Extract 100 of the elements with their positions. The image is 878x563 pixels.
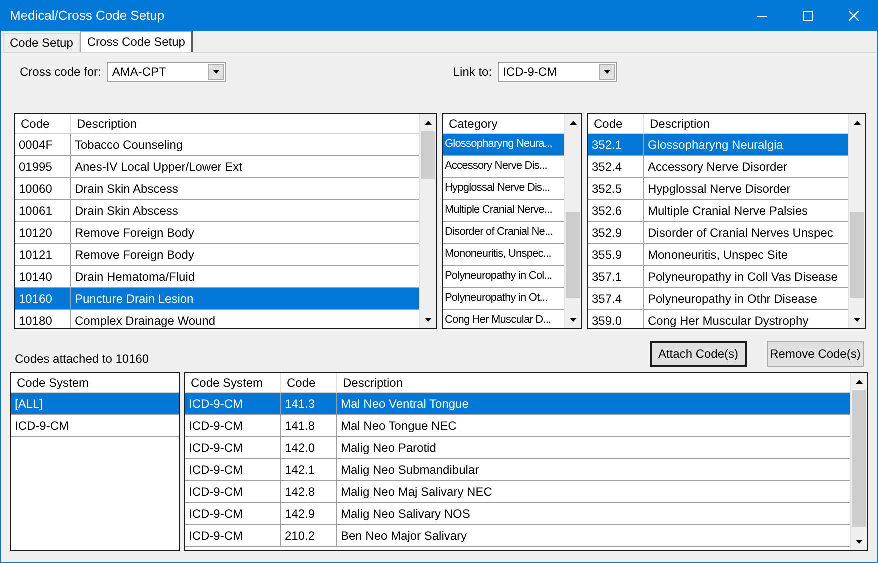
action-button[interactable]: Attach Code(s)	[650, 341, 747, 367]
scrollbar[interactable]	[850, 373, 867, 550]
table-cell: 352.9	[588, 222, 644, 243]
action-button[interactable]: Remove Code(s)	[767, 341, 864, 367]
table-row[interactable]: 352.6 Multiple Cranial Nerve Palsies	[588, 200, 848, 222]
table-row[interactable]: ICD-9-CM 142.8 Malig Neo Maj Salivary NEC	[185, 481, 850, 503]
table-row[interactable]: 352.1 Glossopharyng Neuralgia	[588, 134, 848, 156]
column-header[interactable]: Code	[15, 114, 71, 133]
table-cell: ICD-9-CM	[185, 459, 281, 480]
scrollbar[interactable]	[848, 114, 865, 328]
down-arrow-icon	[854, 318, 861, 322]
table-cell: 142.0	[281, 437, 337, 458]
scrollbar[interactable]	[419, 114, 436, 328]
table-cell: ICD-9-CM	[185, 415, 281, 436]
table-cell: 352.4	[588, 156, 644, 177]
scrollbar-thumb[interactable]	[566, 212, 580, 298]
field-label: Cross code for:	[20, 64, 102, 81]
table-cell: 141.8	[281, 415, 337, 436]
table-cell-text: Remove Foreign Body	[74, 224, 196, 242]
table-cell-text: Drain Skin Abscess	[74, 202, 180, 220]
table-cell-text: Disorder of Cranial Nerves Unspec	[647, 224, 834, 242]
link-to-dropdown[interactable]: ICD-9-CM	[498, 62, 618, 82]
window-title: Medical/Cross Code Setup	[10, 7, 165, 26]
table-cell: 10060	[15, 178, 71, 199]
field-label: Link to:	[453, 64, 492, 81]
table-cell-text: Mononeuritis, Unspec Site	[647, 246, 790, 264]
table-row[interactable]: 10121 Remove Foreign Body	[15, 244, 419, 266]
table-cell: 141.3	[281, 393, 337, 414]
column-header[interactable]: Description	[644, 114, 848, 133]
table-cell: 0004F	[15, 134, 71, 155]
table-row[interactable]: 10160 Puncture Drain Lesion	[15, 288, 419, 310]
table-cell-text: Anes-IV Local Upper/Lower Ext	[74, 158, 244, 176]
table-cell: 01995	[15, 156, 71, 177]
table-row[interactable]: 355.9 Mononeuritis, Unspec Site	[588, 244, 848, 266]
table-cell: ICD-9-CM	[185, 481, 281, 502]
table-cell: 10120	[15, 222, 71, 243]
table-cell: 352.5	[588, 178, 644, 199]
table-cell: 142.1	[281, 459, 337, 480]
table-row[interactable]: ICD-9-CM 142.9 Malig Neo Salivary NOS	[185, 503, 850, 525]
table-cell-text: Multiple Cranial Nerve Palsies	[647, 202, 810, 220]
table-row[interactable]: 10140 Drain Hematoma/Fluid	[15, 266, 419, 288]
table-cell: 357.1	[588, 266, 644, 287]
scrollbar[interactable]	[564, 114, 581, 328]
table-row[interactable]: 352.5 Hypglossal Nerve Disorder	[588, 178, 848, 200]
column-header[interactable]: Code	[281, 373, 337, 392]
table-row[interactable]: ICD-9-CM 142.1 Malig Neo Submandibular	[185, 459, 850, 481]
scrollbar-thumb[interactable]	[421, 131, 435, 179]
table-row[interactable]: 352.9 Disorder of Cranial Nerves Unspec	[588, 222, 848, 244]
up-arrow-icon	[856, 380, 863, 384]
table-row[interactable]: ICD-9-CM 141.8 Mal Neo Tongue NEC	[185, 415, 850, 437]
table-cell-text: Mal Neo Ventral Tongue	[340, 396, 470, 412]
table-cell-text: Polyneuropathy in Coll Vas Disease	[647, 268, 839, 286]
column-header[interactable]: Code System	[185, 373, 281, 392]
table-cell-text: Remove Foreign Body	[74, 246, 196, 264]
table-row[interactable]: ICD-9-CM 141.3 Mal Neo Ventral Tongue	[185, 393, 850, 415]
table-row[interactable]: 357.4 Polyneuropathy in Othr Disease	[588, 288, 848, 310]
down-arrow-icon	[425, 318, 432, 322]
table-cell-text: Cong Her Muscular Dystrophy	[647, 312, 810, 328]
up-arrow-icon	[854, 120, 861, 124]
table-cell-text: Malig Neo Maj Salivary NEC	[340, 484, 494, 500]
table-row[interactable]: 01995 Anes-IV Local Upper/Lower Ext	[15, 156, 419, 178]
table-row[interactable]: ICD-9-CM 142.0 Malig Neo Parotid	[185, 437, 850, 459]
table-row[interactable]: Glossopharyng Neura...	[443, 134, 564, 156]
column-header[interactable]: Code System	[11, 373, 179, 392]
tab[interactable]: Code Setup	[3, 33, 80, 52]
dropdown-arrow-button[interactable]	[208, 64, 224, 80]
table-row[interactable]: [ALL]	[11, 393, 179, 415]
table-row[interactable]: 0004F Tobacco Counseling	[15, 134, 419, 156]
tab[interactable]: Cross Code Setup	[80, 31, 194, 52]
down-arrow-icon	[856, 540, 863, 544]
table-cell-text: Drain Hematoma/Fluid	[74, 268, 196, 286]
table-row[interactable]: 10060 Drain Skin Abscess	[15, 178, 419, 200]
table-cell: 142.8	[281, 481, 337, 502]
table-cell: 10140	[15, 266, 71, 287]
table-cell: 10160	[15, 288, 71, 309]
scrollbar-thumb[interactable]	[852, 390, 866, 527]
cross-code-dropdown[interactable]: AMA-CPT	[107, 62, 226, 82]
table-row[interactable]: 10061 Drain Skin Abscess	[15, 200, 419, 222]
table-cell-text: Complex Drainage Wound	[74, 312, 217, 328]
table-row[interactable]: 357.1 Polyneuropathy in Coll Vas Disease	[588, 266, 848, 288]
table-cell: ICD-9-CM	[185, 525, 281, 546]
dropdown-arrow-button[interactable]	[599, 64, 616, 80]
column-header[interactable]: Description	[71, 114, 419, 133]
column-header[interactable]: Code	[588, 114, 644, 133]
table-cell: 210.2	[281, 525, 337, 546]
table-row[interactable]: 10120 Remove Foreign Body	[15, 222, 419, 244]
table-cell-text: Tobacco Counseling	[74, 136, 184, 154]
table-cell: ICD-9-CM	[185, 437, 281, 458]
column-header[interactable]: Category	[443, 114, 564, 133]
table-row[interactable]: 352.4 Accessory Nerve Disorder	[588, 156, 848, 178]
table-cell: 10180	[15, 310, 71, 328]
down-arrow-icon	[570, 318, 577, 322]
up-arrow-icon	[425, 120, 432, 124]
table-cell: 359.0	[588, 310, 644, 328]
section-label: Codes attached to 10160	[15, 351, 150, 368]
scrollbar-thumb[interactable]	[850, 212, 864, 298]
column-header[interactable]: Description	[337, 373, 850, 392]
table-row[interactable]: ICD-9-CM 210.2 Ben Neo Major Salivary	[185, 525, 850, 547]
table-cell-text: Hypglossal Nerve Disorder	[647, 180, 792, 198]
up-arrow-icon	[570, 120, 577, 124]
